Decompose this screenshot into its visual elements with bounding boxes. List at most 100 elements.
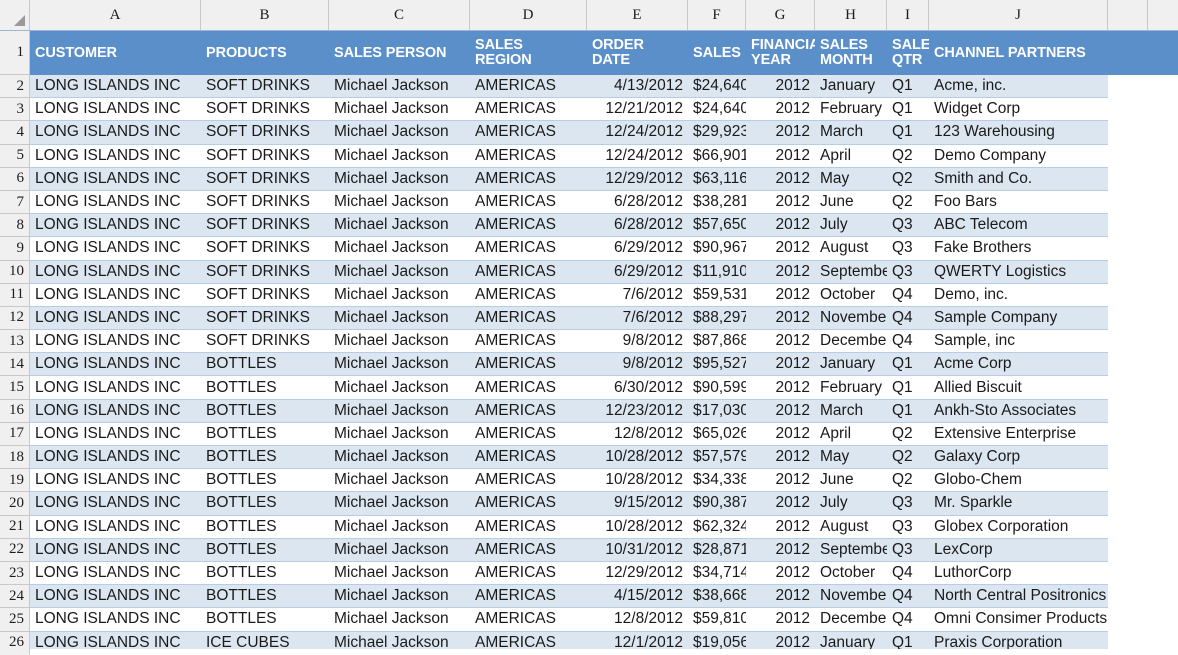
- column-title-order-date[interactable]: ORDER DATE: [587, 31, 688, 75]
- cell-customer[interactable]: LONG ISLANDS INC: [30, 190, 201, 215]
- row-header-25[interactable]: 25: [0, 608, 30, 632]
- cell-order-date[interactable]: 10/31/2012: [587, 538, 688, 562]
- cell-sales-person[interactable]: Michael Jackson: [329, 515, 470, 539]
- cell-products[interactable]: SOFT DRINKS: [201, 214, 329, 238]
- cell-sales[interactable]: $24,640: [688, 98, 749, 122]
- cell-sales-person[interactable]: Michael Jackson: [329, 561, 470, 586]
- row-header-5[interactable]: 5: [0, 144, 30, 168]
- cell-sales-qtr[interactable]: Q1: [887, 121, 929, 145]
- column-header-g[interactable]: G: [746, 0, 815, 30]
- cell-customer[interactable]: LONG ISLANDS INC: [30, 469, 201, 493]
- cell-customer[interactable]: LONG ISLANDS INC: [30, 330, 201, 354]
- cell-sales[interactable]: $62,324: [688, 515, 749, 539]
- cell-order-date[interactable]: 6/28/2012: [587, 190, 688, 215]
- cell-sales[interactable]: $66,901: [688, 144, 749, 168]
- cell-sales-qtr[interactable]: Q2: [887, 190, 929, 215]
- cell-products[interactable]: SOFT DRINKS: [201, 167, 329, 191]
- cell-sales-region[interactable]: AMERICAS: [470, 353, 587, 377]
- cell-order-date[interactable]: 12/24/2012: [587, 121, 688, 145]
- row-header-23[interactable]: 23: [0, 561, 30, 586]
- cell-financial-year[interactable]: 2012: [746, 538, 815, 562]
- cell-sales[interactable]: $88,297: [688, 306, 749, 331]
- cell-channel-partners[interactable]: Smith and Co.: [929, 167, 1108, 191]
- table-row[interactable]: LONG ISLANDS INC SOFT DRINKS Michael Jacks…: [30, 214, 1178, 238]
- cell-order-date[interactable]: 4/13/2012: [587, 75, 688, 99]
- cell-sales[interactable]: $65,026: [688, 422, 749, 446]
- column-title-sales-person[interactable]: SALES PERSON: [329, 31, 470, 75]
- table-row[interactable]: LONG ISLANDS INC SOFT DRINKS Michael Jacks…: [30, 260, 1178, 284]
- cell-sales[interactable]: $17,030: [688, 399, 749, 423]
- cell-sales[interactable]: $95,527: [688, 353, 749, 377]
- cell-order-date[interactable]: 12/8/2012: [587, 422, 688, 446]
- cell-sales-person[interactable]: Michael Jackson: [329, 283, 470, 307]
- table-row[interactable]: LONG ISLANDS INC SOFT DRINKS Michael Jacks…: [30, 283, 1178, 307]
- cell-financial-year[interactable]: 2012: [746, 121, 815, 145]
- cell-sales-person[interactable]: Michael Jackson: [329, 446, 470, 470]
- cell-sales-region[interactable]: AMERICAS: [470, 399, 587, 423]
- cell-customer[interactable]: LONG ISLANDS INC: [30, 98, 201, 122]
- cell-sales-qtr[interactable]: Q2: [887, 446, 929, 470]
- cell-sales-qtr[interactable]: Q1: [887, 399, 929, 423]
- column-header-blank[interactable]: [1108, 0, 1148, 30]
- cell-sales-person[interactable]: Michael Jackson: [329, 422, 470, 446]
- cell-products[interactable]: BOTTLES: [201, 399, 329, 423]
- row-header-21[interactable]: 21: [0, 515, 30, 539]
- cell-channel-partners[interactable]: Fake Brothers: [929, 237, 1108, 261]
- table-row[interactable]: LONG ISLANDS INC BOTTLES Michael Jackson AM…: [30, 376, 1178, 400]
- cell-sales-region[interactable]: AMERICAS: [470, 330, 587, 354]
- cell-sales-qtr[interactable]: Q1: [887, 353, 929, 377]
- cell-sales-month[interactable]: December: [815, 608, 892, 632]
- table-row[interactable]: LONG ISLANDS INC BOTTLES Michael Jackson AM…: [30, 492, 1178, 516]
- cell-channel-partners[interactable]: Globo-Chem: [929, 469, 1108, 493]
- cell-products[interactable]: BOTTLES: [201, 585, 329, 609]
- cell-products[interactable]: SOFT DRINKS: [201, 283, 329, 307]
- cell-products[interactable]: BOTTLES: [201, 538, 329, 562]
- cell-sales-month[interactable]: May: [815, 167, 887, 191]
- cell-sales-qtr[interactable]: Q3: [887, 492, 929, 516]
- cell-sales-month[interactable]: October: [815, 283, 887, 307]
- cell-channel-partners[interactable]: Ankh-Sto Associates: [929, 399, 1108, 423]
- table-row[interactable]: LONG ISLANDS INC SOFT DRINKS Michael Jacks…: [30, 75, 1178, 99]
- cell-sales-qtr[interactable]: Q1: [887, 98, 929, 122]
- cell-order-date[interactable]: 12/24/2012: [587, 144, 688, 168]
- cell-sales[interactable]: $34,338: [688, 469, 749, 493]
- cell-sales-month[interactable]: September: [815, 260, 896, 284]
- cell-channel-partners[interactable]: Omni Consimer Products: [929, 608, 1108, 632]
- cell-order-date[interactable]: 12/21/2012: [587, 98, 688, 122]
- cell-sales-region[interactable]: AMERICAS: [470, 538, 587, 562]
- cell-financial-year[interactable]: 2012: [746, 561, 815, 586]
- cell-sales-month[interactable]: January: [815, 353, 887, 377]
- cell-products[interactable]: SOFT DRINKS: [201, 98, 329, 122]
- cell-sales-month[interactable]: April: [815, 144, 887, 168]
- cell-channel-partners[interactable]: Galaxy Corp: [929, 446, 1108, 470]
- cell-sales-region[interactable]: AMERICAS: [470, 167, 587, 191]
- table-row[interactable]: LONG ISLANDS INC BOTTLES Michael Jackson AM…: [30, 515, 1178, 539]
- cell-sales-person[interactable]: Michael Jackson: [329, 306, 470, 331]
- cell-sales[interactable]: $90,387: [688, 492, 749, 516]
- cell-financial-year[interactable]: 2012: [746, 144, 815, 168]
- cell-sales-region[interactable]: AMERICAS: [470, 144, 587, 168]
- cell-sales-qtr[interactable]: Q2: [887, 144, 929, 168]
- table-row[interactable]: LONG ISLANDS INC BOTTLES Michael Jackson AM…: [30, 585, 1178, 609]
- cell-sales-month[interactable]: August: [815, 237, 887, 261]
- table-row[interactable]: LONG ISLANDS INC BOTTLES Michael Jackson AM…: [30, 422, 1178, 446]
- column-title-products[interactable]: PRODUCTS: [201, 31, 329, 75]
- column-title-sales-region[interactable]: SALES REGION: [470, 31, 587, 75]
- column-header-f[interactable]: F: [688, 0, 746, 30]
- cell-customer[interactable]: LONG ISLANDS INC: [30, 492, 201, 516]
- cell-customer[interactable]: LONG ISLANDS INC: [30, 376, 201, 400]
- row-header-14[interactable]: 14: [0, 353, 30, 377]
- cell-financial-year[interactable]: 2012: [746, 75, 815, 99]
- cell-sales[interactable]: $24,640: [688, 75, 749, 99]
- cell-sales-person[interactable]: Michael Jackson: [329, 330, 470, 354]
- cell-sales-person[interactable]: Michael Jackson: [329, 121, 470, 145]
- cell-order-date[interactable]: 6/29/2012: [587, 260, 688, 284]
- cell-order-date[interactable]: 6/29/2012: [587, 237, 688, 261]
- row-header-20[interactable]: 20: [0, 492, 30, 516]
- cell-financial-year[interactable]: 2012: [746, 214, 815, 238]
- cell-sales-qtr[interactable]: Q3: [887, 515, 929, 539]
- cell-customer[interactable]: LONG ISLANDS INC: [30, 283, 201, 307]
- table-row[interactable]: LONG ISLANDS INC SOFT DRINKS Michael Jacks…: [30, 330, 1178, 354]
- cell-sales-person[interactable]: Michael Jackson: [329, 75, 470, 99]
- cell-sales[interactable]: $59,531: [688, 283, 749, 307]
